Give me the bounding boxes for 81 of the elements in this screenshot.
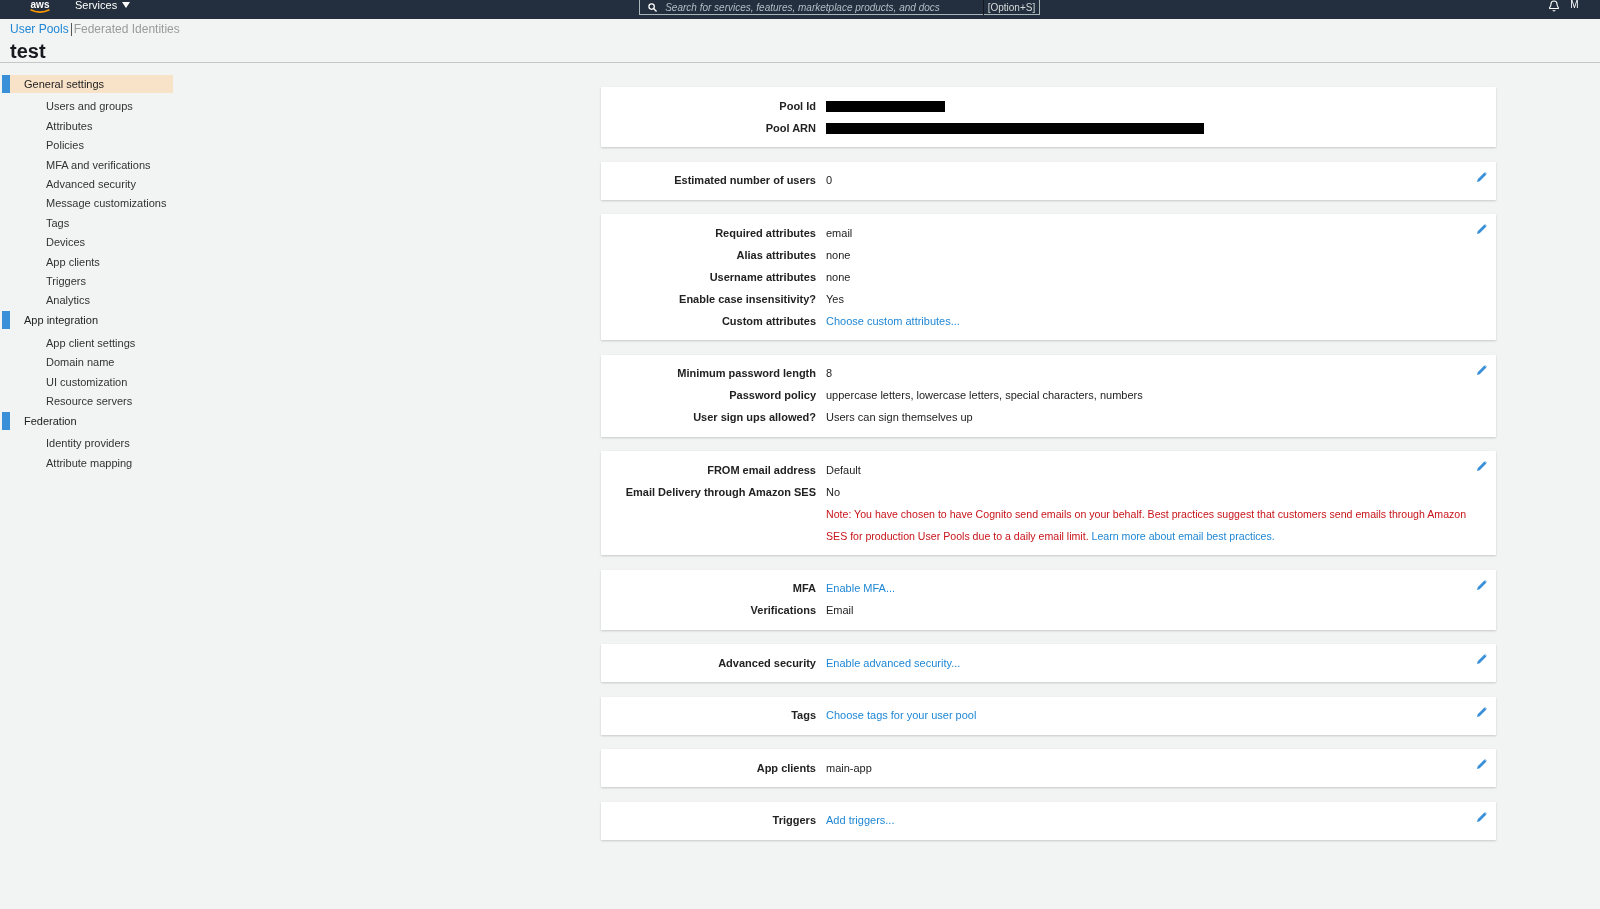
nav-item[interactable]: Analytics <box>46 292 91 309</box>
section-marker-icon <box>2 75 10 93</box>
edit-icon[interactable] <box>1477 224 1487 234</box>
logo-swoosh-icon <box>30 9 50 14</box>
edit-icon[interactable] <box>1477 654 1487 664</box>
console-switch-link[interactable]: User Pools <box>10 20 69 38</box>
field-value: uppercase letters, lowercase letters, special characters, numbers <box>826 388 1143 404</box>
field-value: Email <box>826 603 854 619</box>
edit-icon[interactable] <box>1477 811 1487 822</box>
field-label: Pool ARN <box>765 120 816 136</box>
keyboard-shortcut: [Option+S] <box>982 0 1040 15</box>
nav-section[interactable]: Federation <box>10 411 173 430</box>
field-label: User sign ups allowed? <box>693 410 816 426</box>
nav-item[interactable]: Domain name <box>46 354 115 371</box>
nav-section[interactable]: App integration <box>10 311 173 330</box>
field-label: App clients <box>756 760 816 776</box>
field-label: Pool Id <box>779 98 816 114</box>
edit-icon[interactable] <box>1477 579 1487 590</box>
action-link[interactable]: Choose custom attributes... <box>826 312 960 330</box>
nav-item[interactable]: Resource servers <box>46 392 133 410</box>
field-value: Yes <box>826 291 844 307</box>
services-menu[interactable]: Services <box>75 0 131 10</box>
learn-more-link[interactable]: Learn more about email best practices. <box>1091 530 1275 542</box>
field-label: Verifications <box>750 603 816 619</box>
nav-item[interactable]: UI customization <box>46 373 128 390</box>
edit-icon[interactable] <box>1477 706 1487 717</box>
search-field[interactable]: Search for services, features, marketplace products, and docs [Option+S] <box>639 0 1041 15</box>
field-label: Custom attributes <box>721 313 816 329</box>
edit-icon[interactable] <box>1477 759 1487 769</box>
field-value: none <box>826 247 851 263</box>
field-value: 8 <box>826 366 833 382</box>
field-label: MFA <box>792 581 816 597</box>
edit-icon[interactable] <box>1477 461 1487 471</box>
edit-icon[interactable] <box>1477 364 1487 375</box>
field-label: Password policy <box>729 388 816 404</box>
nav-item[interactable]: Identity providers <box>46 435 130 452</box>
field-label: Enable case insensitivity? <box>679 291 816 307</box>
email-limit-note: Note: You have chosen to have Cognito send emails on your behalf. Best practices suggest that customers send emails through Amazon SES for production User Pools due to a daily email limit. Learn more about email best practices. <box>826 507 1468 544</box>
bell-icon[interactable] <box>1548 0 1561 12</box>
nav-item[interactable]: App client settings <box>46 334 136 352</box>
field-value: email <box>826 225 853 241</box>
action-link[interactable]: Add triggers... <box>826 812 895 829</box>
field-value: main-app <box>826 760 872 776</box>
nav-item[interactable]: Message customizations <box>46 195 167 212</box>
nav-item[interactable]: Advanced security <box>46 176 136 193</box>
nav-item[interactable]: Triggers <box>46 272 86 290</box>
nav-item[interactable]: Tags <box>46 214 70 232</box>
account-menu[interactable]: M <box>1570 0 1579 10</box>
logo-wordmark[interactable]: aws <box>30 0 50 9</box>
section-marker-icon <box>2 311 10 330</box>
field-label: Minimum password length <box>677 366 816 382</box>
nav-item[interactable]: App clients <box>46 253 100 271</box>
action-link[interactable]: Choose tags for your user pool <box>826 707 977 724</box>
field-value: Users can sign themselves up <box>826 410 973 426</box>
nav-item[interactable]: Attributes <box>46 117 93 135</box>
field-label: Estimated number of users <box>674 173 816 189</box>
field-label: Alias attributes <box>736 247 816 263</box>
field-label: Triggers <box>772 813 816 829</box>
action-link[interactable]: Enable MFA... <box>826 580 896 597</box>
field-label: Username attributes <box>709 269 816 285</box>
field-label: Email Delivery through Amazon SES <box>625 484 816 500</box>
section-marker-icon <box>2 411 10 430</box>
field-value: Default <box>826 462 861 478</box>
edit-icon[interactable] <box>1477 171 1487 182</box>
field-label: FROM email address <box>707 462 816 478</box>
field-label: Tags <box>791 708 816 724</box>
field-label: Advanced security <box>718 655 816 671</box>
action-link[interactable]: Enable advanced security... <box>826 654 961 672</box>
nav-section[interactable]: General settings <box>10 75 173 93</box>
nav-item[interactable]: Devices <box>46 234 86 251</box>
nav-item[interactable]: Users and groups <box>46 98 133 115</box>
nav-item[interactable]: Policies <box>46 137 84 154</box>
search-icon <box>648 2 658 12</box>
caret-icon <box>122 2 131 8</box>
page-title: test <box>10 40 46 62</box>
field-value: No <box>826 484 841 500</box>
nav-item[interactable]: Attribute mapping <box>46 454 133 472</box>
nav-item[interactable]: MFA and verifications <box>46 156 151 174</box>
field-label: Required attributes <box>715 225 816 241</box>
field-value: none <box>826 269 851 285</box>
field-value: 0 <box>826 173 833 189</box>
